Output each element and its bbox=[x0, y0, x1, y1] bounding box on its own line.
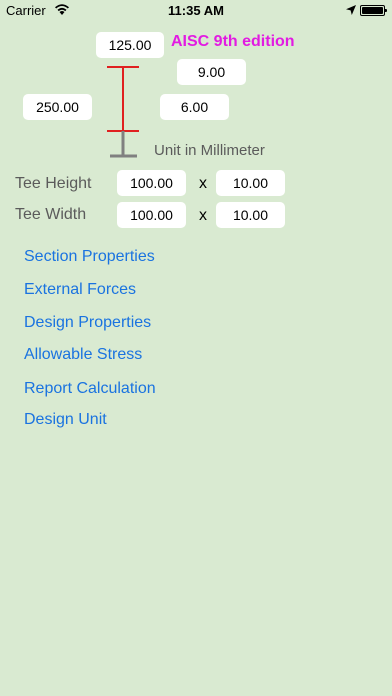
flange-width-field[interactable]: 125.00 bbox=[96, 32, 164, 58]
times-sign: x bbox=[199, 175, 207, 192]
clock: 11:35 AM bbox=[168, 3, 224, 18]
section-depth-field[interactable]: 250.00 bbox=[23, 94, 92, 120]
tee-height-label: Tee Height bbox=[15, 175, 92, 192]
flange-thickness-field[interactable]: 9.00 bbox=[177, 59, 246, 85]
tee-width-label: Tee Width bbox=[15, 206, 87, 223]
unit-label: Unit in Millimeter bbox=[154, 142, 265, 159]
design-unit-link[interactable]: Design Unit bbox=[24, 411, 107, 429]
tee-height-field[interactable]: 100.00 bbox=[117, 170, 186, 196]
code-edition-label: AISC 9th edition bbox=[171, 33, 295, 50]
status-bar: Carrier 11:35 AM bbox=[0, 0, 392, 22]
design-properties-link[interactable]: Design Properties bbox=[24, 314, 151, 332]
location-arrow-icon bbox=[346, 5, 356, 15]
times-sign: x bbox=[199, 207, 207, 224]
external-forces-link[interactable]: External Forces bbox=[24, 281, 136, 299]
tee-width-field[interactable]: 100.00 bbox=[117, 202, 186, 228]
battery-icon bbox=[360, 5, 387, 16]
tee-height-thickness-field[interactable]: 10.00 bbox=[216, 170, 285, 196]
allowable-stress-link[interactable]: Allowable Stress bbox=[24, 346, 142, 364]
report-calculation-link[interactable]: Report Calculation bbox=[24, 380, 156, 398]
section-diagram bbox=[107, 66, 139, 158]
web-thickness-field[interactable]: 6.00 bbox=[160, 94, 229, 120]
section-properties-link[interactable]: Section Properties bbox=[24, 248, 155, 266]
tee-width-thickness-field[interactable]: 10.00 bbox=[216, 202, 285, 228]
